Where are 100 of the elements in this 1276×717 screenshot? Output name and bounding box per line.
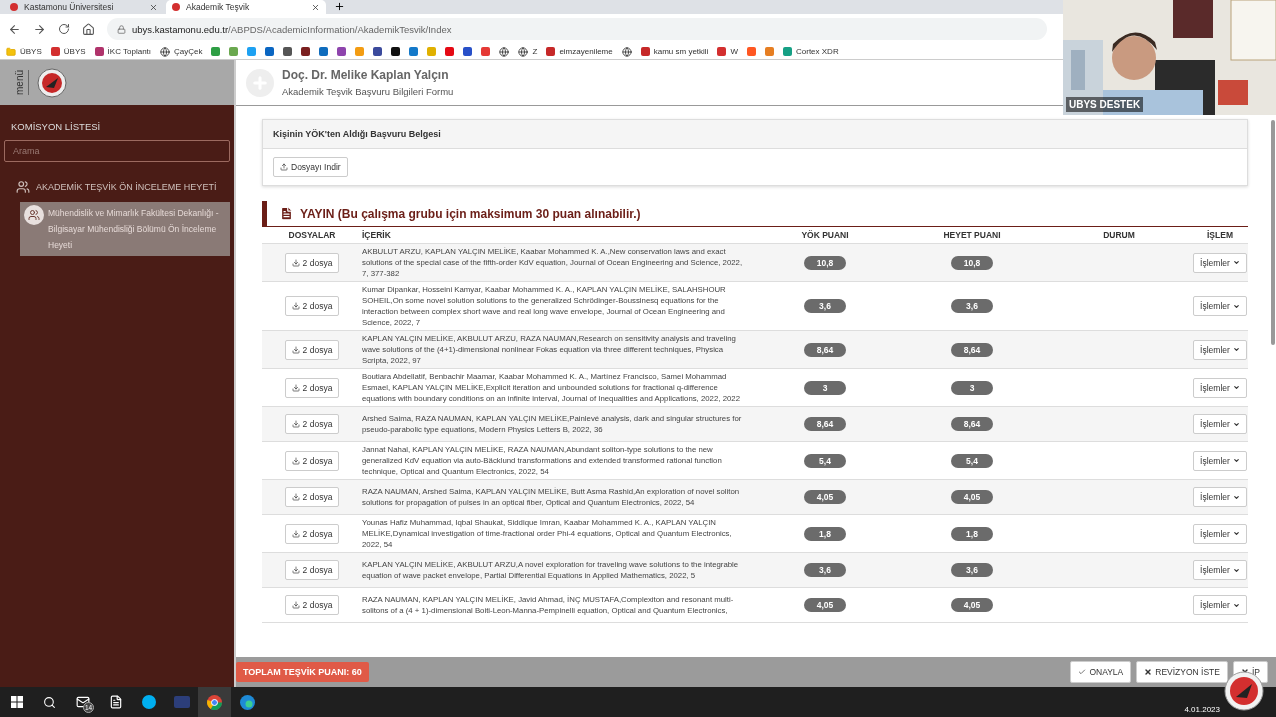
score-pill: 1,8: [951, 526, 993, 541]
actions-dropdown[interactable]: İşlemler: [1193, 296, 1247, 316]
address-bar[interactable]: ubys.kastamonu.edu.tr/ABPDS/AcademicInformation/AkademikTesvik/Index: [107, 18, 1047, 40]
bookmark[interactable]: ÜBYS: [6, 46, 42, 57]
actions-dropdown[interactable]: İşlemler: [1193, 377, 1247, 398]
search-field[interactable]: Arama: [4, 140, 230, 162]
bookmark[interactable]: ÇayÇek: [160, 46, 203, 57]
globe-icon: [518, 46, 529, 57]
section-title: YAYIN (Bu çalışma grubu için maksimum 30 puan alınabilir.): [262, 201, 1248, 227]
files-button[interactable]: 2 dosya: [284, 377, 340, 398]
sidebar-title: KOMİSYON LİSTESİ: [10, 120, 102, 134]
caret-icon: [1232, 566, 1240, 574]
score-pill: 3: [951, 380, 993, 395]
actions-dropdown[interactable]: İşlemler: [1193, 560, 1247, 580]
actions-dropdown[interactable]: İşlemler: [1193, 414, 1247, 434]
new-tab-icon[interactable]: [334, 1, 345, 12]
university-logo: [37, 67, 67, 98]
action-button[interactable]: REVİZYON İSTE: [1136, 661, 1228, 683]
files-button[interactable]: 2 dosya: [284, 339, 340, 360]
download-button[interactable]: Dosyayı Indir: [273, 157, 348, 177]
caret-icon: [1232, 346, 1240, 353]
back-icon[interactable]: [8, 22, 21, 36]
globe-icon: [499, 46, 510, 57]
download-icon: [291, 601, 300, 609]
actions-dropdown[interactable]: İşlemler: [1193, 252, 1247, 273]
files-button[interactable]: 2 dosya: [284, 450, 340, 471]
caret-icon: [1232, 259, 1240, 266]
home-icon[interactable]: [82, 22, 95, 36]
users-icon: [24, 205, 44, 225]
files-button[interactable]: 2 dosya: [284, 414, 340, 434]
caret-icon: [1232, 493, 1240, 501]
bookmark[interactable]: W: [717, 47, 738, 56]
score-pill: 8,64: [804, 342, 846, 357]
column-header: DOSYALAR: [287, 230, 337, 240]
bookmark[interactable]: eimzayenileme: [546, 47, 613, 56]
files-button[interactable]: 2 dosya: [284, 560, 340, 580]
skype-icon: [141, 695, 156, 709]
actions-dropdown[interactable]: İşlemler: [1193, 450, 1247, 471]
bookmark[interactable]: kamu sm yetkili: [640, 47, 709, 56]
windows-icon: [10, 696, 23, 708]
edge-icon: [240, 694, 255, 710]
folder-icon: [6, 46, 16, 57]
close-icon[interactable]: [149, 2, 158, 12]
close-icon[interactable]: [311, 2, 320, 12]
caret-icon: [1232, 601, 1240, 609]
search-icon: [43, 695, 56, 709]
files-button[interactable]: 2 dosya: [284, 595, 340, 615]
score-pill: 10,8: [804, 255, 846, 270]
bookmark[interactable]: Z: [518, 46, 538, 57]
caret-icon: [1232, 457, 1240, 464]
files-button[interactable]: 2 dosya: [284, 523, 340, 544]
score-pill: 3: [804, 380, 846, 395]
reload-icon[interactable]: [58, 23, 70, 35]
browser-tab[interactable]: Kastamonu Üniversitesi: [4, 0, 164, 14]
menu-label[interactable]: menü: [14, 70, 29, 95]
favicon-icon: [172, 3, 180, 11]
download-icon: [291, 493, 300, 501]
close-icon: [1144, 668, 1153, 676]
app-icon: [108, 695, 123, 709]
download-icon: [291, 566, 300, 574]
webcam-caption: UBYS DESTEK: [1066, 97, 1144, 112]
sidebar-group[interactable]: AKADEMİK TEŞVİK ÖN İNCELEME HEYETİ: [0, 162, 234, 202]
score-pill: 3,6: [951, 563, 993, 577]
download-icon: [291, 456, 300, 465]
download-icon: [291, 420, 300, 428]
lock-icon: [117, 24, 126, 34]
actions-dropdown[interactable]: İşlemler: [1193, 487, 1247, 507]
score-pill: 8,64: [951, 417, 993, 431]
chrome-icon: [207, 694, 222, 710]
download-icon: [291, 258, 300, 267]
score-pill: 10,8: [951, 255, 993, 270]
total-score: TOPLAM TEŞVİK PUANI: 60: [236, 662, 369, 682]
caret-icon: [1232, 384, 1240, 391]
globe-icon: [621, 46, 632, 57]
bookmark[interactable]: Cortex XDR: [783, 47, 839, 56]
files-button[interactable]: 2 dosya: [284, 252, 340, 273]
score-pill: 8,64: [804, 417, 846, 431]
bookmark[interactable]: İKC Toplantı: [94, 47, 152, 56]
action-button[interactable]: ONAYLA: [1070, 661, 1132, 683]
download-icon: [291, 302, 300, 310]
score-pill: 4,05: [804, 598, 846, 612]
download-icon: [291, 383, 300, 392]
files-button[interactable]: 2 dosya: [284, 487, 340, 507]
person-name: Doç. Dr. Melike Kaplan Yalçın: [282, 68, 450, 82]
score-pill: 3,6: [804, 563, 846, 577]
forward-icon[interactable]: [33, 22, 46, 36]
upload-icon: [280, 163, 288, 171]
files-button[interactable]: 2 dosya: [284, 296, 340, 316]
bookmark[interactable]: ÜBYS: [50, 47, 86, 56]
score-pill: 1,8: [804, 526, 846, 541]
caret-icon: [1232, 420, 1240, 428]
column-header: İŞLEM: [1206, 230, 1234, 240]
column-header: YÖK PUANI: [800, 230, 850, 240]
actions-dropdown[interactable]: İşlemler: [1193, 339, 1247, 360]
score-pill: 4,05: [951, 490, 993, 504]
actions-dropdown[interactable]: İşlemler: [1193, 595, 1247, 615]
mail-icon: [75, 695, 90, 709]
actions-dropdown[interactable]: İşlemler: [1193, 523, 1247, 544]
score-pill: 5,4: [804, 453, 846, 468]
browser-tab[interactable]: Akademik Teşvik: [166, 0, 326, 14]
